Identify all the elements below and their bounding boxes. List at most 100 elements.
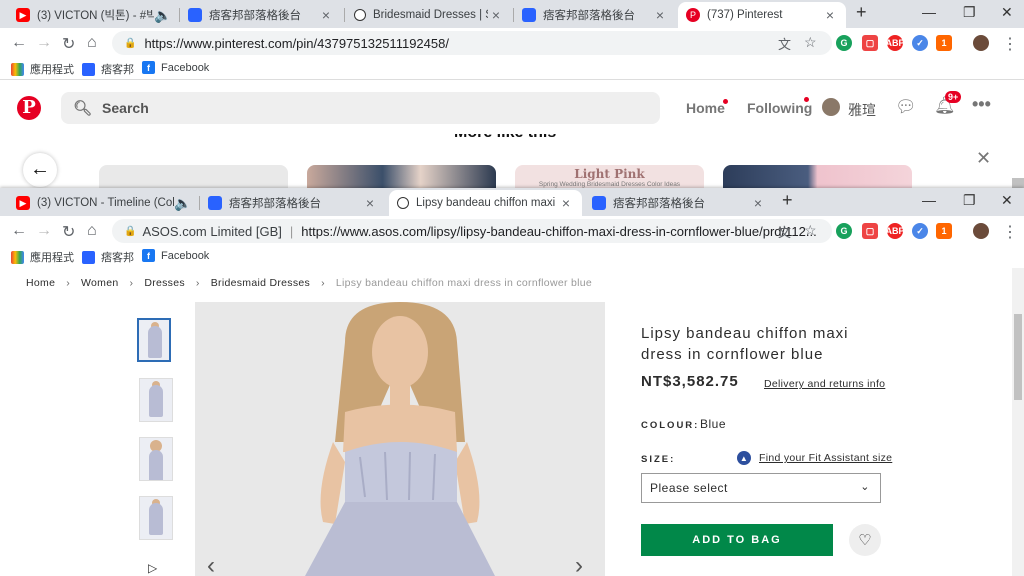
adblock-icon[interactable]: ABP xyxy=(886,223,905,239)
product-thumbnail[interactable] xyxy=(139,378,173,422)
fit-assistant-link[interactable]: ▲ Find your Fit Assistant size xyxy=(737,451,892,465)
tab-pinterest[interactable]: P (737) Pinterest × xyxy=(678,2,846,28)
product-thumbnail[interactable] xyxy=(139,496,173,540)
pin-thumbnail[interactable] xyxy=(723,165,912,188)
close-icon[interactable]: × xyxy=(558,195,574,211)
nav-home[interactable]: Home xyxy=(686,100,725,116)
bookmark-star-icon[interactable]: ☆ xyxy=(804,34,817,51)
forward-arrow-icon[interactable]: → xyxy=(36,222,52,240)
facebook-icon: f xyxy=(142,249,155,262)
tab-asos-bridesmaid[interactable]: Bridesmaid Dresses | Shop × xyxy=(346,2,512,28)
pin-thumbnail[interactable] xyxy=(307,165,496,188)
close-icon[interactable]: × xyxy=(750,195,766,211)
restore-button[interactable]: ❐ xyxy=(963,4,976,21)
user-avatar[interactable] xyxy=(822,98,840,116)
bookmark-facebook[interactable]: f Facebook xyxy=(142,249,209,262)
tab-pixnet-1[interactable]: 痞客邦部落格後台 × xyxy=(180,2,342,28)
close-icon[interactable]: × xyxy=(822,7,838,23)
nav-following[interactable]: Following xyxy=(747,100,812,116)
tab-label: 痞客邦部落格後台 xyxy=(229,198,321,210)
bookmark-pixnet[interactable]: 痞客邦 xyxy=(82,249,134,265)
profile-avatar[interactable] xyxy=(973,223,989,239)
previous-image-arrow-icon[interactable]: ‹ xyxy=(207,552,215,576)
nav-username[interactable]: 雅瑄 xyxy=(848,100,876,120)
bookmark-facebook[interactable]: f Facebook xyxy=(142,61,209,74)
pin-thumbnail[interactable] xyxy=(99,165,288,188)
pin-thumbnail[interactable]: Light Pink Spring Wedding Bridesmaid Dre… xyxy=(515,165,704,188)
messages-icon[interactable]: 💬︎ xyxy=(895,97,917,117)
bookmark-pixnet[interactable]: 痞客邦 xyxy=(82,61,134,77)
menu-kebab-icon[interactable]: ⋮ xyxy=(1002,222,1018,242)
more-options-icon[interactable]: ••• xyxy=(972,94,991,115)
bookmark-apps[interactable]: 應用程式 xyxy=(11,61,74,77)
close-icon[interactable]: ✕ xyxy=(976,148,991,169)
tab-victon-timeline[interactable]: ▶ (3) VICTON - Timeline (Coll 🔈 xyxy=(8,190,198,216)
pinterest-icon: P xyxy=(686,8,700,22)
minimize-button[interactable]: — xyxy=(922,192,936,208)
close-window-button[interactable]: ✕ xyxy=(1001,4,1013,21)
product-main-image[interactable]: ‹ › xyxy=(195,302,605,576)
size-select[interactable]: Please select ⌄ xyxy=(641,473,881,503)
home-icon[interactable]: ⌂ xyxy=(87,222,97,240)
translate-icon[interactable]: 文 xyxy=(778,34,791,53)
delivery-returns-link[interactable]: Delivery and returns info xyxy=(764,378,885,390)
close-icon[interactable]: × xyxy=(488,7,504,23)
close-icon[interactable]: × xyxy=(362,195,378,211)
youtube-icon: ▶ xyxy=(16,8,30,22)
bookmark-apps[interactable]: 應用程式 xyxy=(11,249,74,265)
breadcrumb-women[interactable]: Women xyxy=(81,277,119,289)
product-thumbnail[interactable] xyxy=(137,318,171,362)
address-bar[interactable]: 🔒 https://www.pinterest.com/pin/43797513… xyxy=(112,31,832,55)
grammarly-icon[interactable]: G xyxy=(836,35,852,51)
back-arrow-icon[interactable]: ← xyxy=(23,153,57,187)
profile-avatar[interactable] xyxy=(973,35,989,51)
tab-pixnet-2[interactable]: 痞客邦部落格後台 × xyxy=(514,2,676,28)
tab-pixnet-1[interactable]: 痞客邦部落格後台 × xyxy=(200,190,386,216)
pocket-icon[interactable]: ▢ xyxy=(862,35,878,51)
address-bar[interactable]: 🔒 ASOS.com Limited [GB] | https://www.as… xyxy=(112,219,832,243)
tab-asos-lipsy[interactable]: Lipsy bandeau chiffon maxi dres × xyxy=(389,190,582,216)
checker-icon[interactable]: ✓ xyxy=(912,35,928,51)
new-tab-button[interactable]: + xyxy=(782,190,793,211)
restore-button[interactable]: ❐ xyxy=(963,192,976,209)
add-to-bag-button[interactable]: ADD TO BAG xyxy=(641,524,833,556)
save-for-later-heart-icon[interactable]: ♡ xyxy=(849,524,881,556)
scrollbar-thumb[interactable] xyxy=(1014,314,1022,400)
close-icon[interactable]: × xyxy=(652,7,668,23)
tab-pixnet-2[interactable]: 痞客邦部落格後台 × xyxy=(584,190,774,216)
breadcrumb-bridesmaid[interactable]: Bridesmaid Dresses xyxy=(211,277,310,289)
translate-icon[interactable]: 文 xyxy=(778,222,791,241)
checker-icon[interactable]: ✓ xyxy=(912,223,928,239)
breadcrumb-home[interactable]: Home xyxy=(26,277,55,289)
close-icon[interactable]: × xyxy=(318,7,334,23)
asos-icon xyxy=(354,9,366,21)
grammarly-icon[interactable]: G xyxy=(836,223,852,239)
pinterest-search-input[interactable]: 🔍︎ Search xyxy=(61,92,660,124)
back-arrow-icon[interactable]: ← xyxy=(11,222,27,240)
tab-label: Bridesmaid Dresses | Shop xyxy=(373,9,488,21)
pinterest-logo[interactable]: P xyxy=(17,96,41,120)
new-tab-button[interactable]: + xyxy=(856,2,867,23)
office-icon[interactable]: 1 xyxy=(936,223,952,239)
menu-kebab-icon[interactable]: ⋮ xyxy=(1002,34,1018,54)
minimize-button[interactable]: — xyxy=(922,4,936,20)
play-video-icon[interactable]: ▷ xyxy=(148,561,157,575)
page-scrollbar[interactable] xyxy=(1012,268,1024,576)
back-arrow-icon[interactable]: ← xyxy=(11,34,27,52)
reload-icon[interactable]: ↻ xyxy=(62,222,75,242)
breadcrumb-dresses[interactable]: Dresses xyxy=(144,277,185,289)
bookmark-star-icon[interactable]: ☆ xyxy=(804,222,817,239)
adblock-icon[interactable]: ABP xyxy=(886,35,905,51)
pocket-icon[interactable]: ▢ xyxy=(862,223,878,239)
mute-icon[interactable]: 🔈 xyxy=(154,7,171,24)
office-icon[interactable]: 1 xyxy=(936,35,952,51)
forward-arrow-icon[interactable]: → xyxy=(36,34,52,52)
tab-victon-youtube[interactable]: ▶ (3) VICTON (빅톤) - #빅 🔈 xyxy=(8,2,178,28)
close-window-button[interactable]: ✕ xyxy=(1001,192,1013,209)
next-image-arrow-icon[interactable]: › xyxy=(575,552,583,576)
home-icon[interactable]: ⌂ xyxy=(87,34,97,52)
reload-icon[interactable]: ↻ xyxy=(62,34,75,54)
product-thumbnail[interactable] xyxy=(139,437,173,481)
search-icon: 🔍︎ xyxy=(73,100,93,117)
mute-icon[interactable]: 🔈 xyxy=(174,195,191,212)
